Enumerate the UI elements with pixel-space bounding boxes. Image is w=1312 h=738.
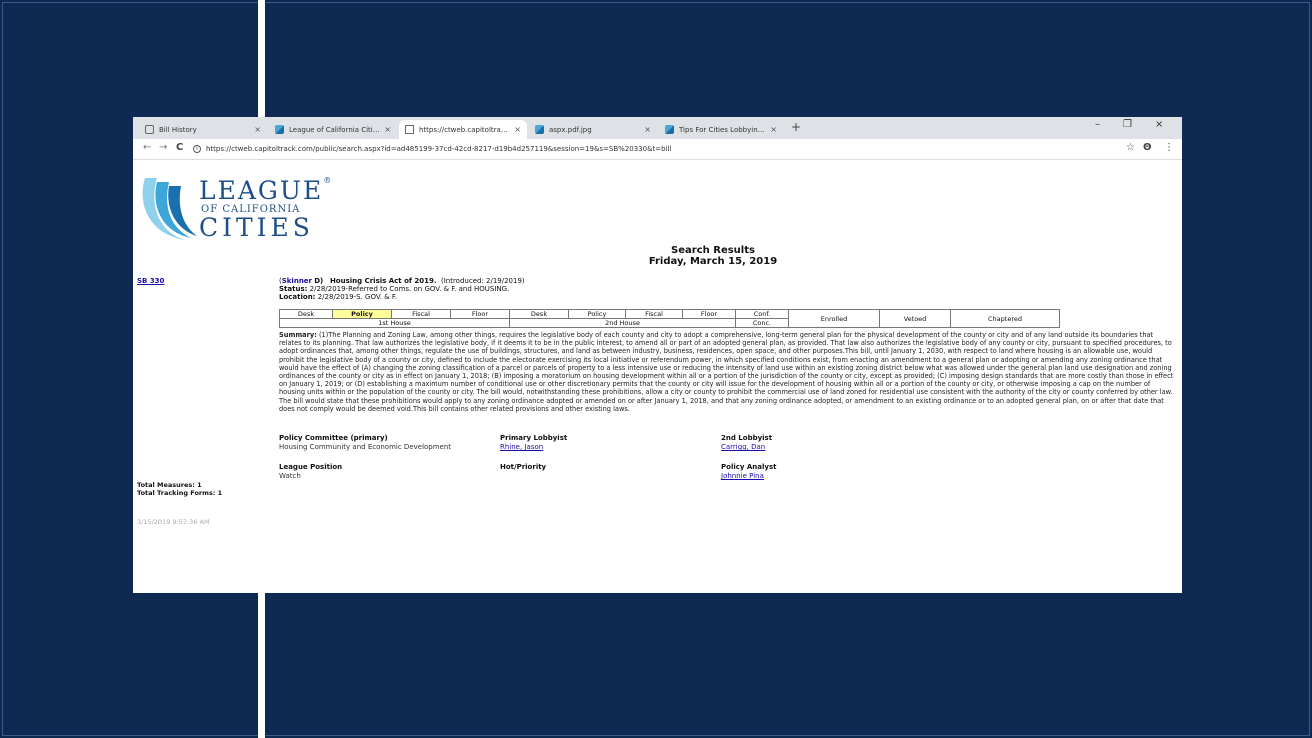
party: D) — [314, 277, 324, 285]
league-favicon-icon — [665, 125, 674, 134]
stage-conc: Conc. — [735, 318, 789, 328]
introduced-date: (Introduced: 2/19/2019) — [440, 277, 525, 285]
reload-button[interactable]: C — [176, 142, 183, 153]
bookmark-star-icon[interactable]: ☆ — [1126, 142, 1135, 153]
results-title: Search Results — [671, 245, 755, 256]
league-favicon-icon — [535, 125, 544, 134]
total-tracking-forms: Total Tracking Forms: 1 — [137, 488, 223, 497]
league-position-field: League Position Watch — [279, 463, 343, 480]
results-header: Search Results Friday, March 15, 2019 — [563, 245, 863, 267]
stage-chaptered: Chaptered — [950, 309, 1060, 328]
stage-conf: Conf. — [735, 309, 789, 319]
policy-committee-field: Policy Committee (primary) Housing Commu… — [279, 434, 452, 451]
league-favicon-icon — [275, 125, 284, 134]
bill-id-link[interactable]: SB 330 — [137, 277, 164, 285]
generated-timestamp: 3/15/2019 9:57:36 AM — [137, 518, 210, 526]
url-text: https://ctweb.capitoltrack.com/public/se… — [206, 145, 672, 153]
summary-label: Summary: — [279, 331, 317, 339]
close-tab-icon[interactable]: × — [384, 125, 391, 134]
stage-floor-2: Floor — [682, 309, 736, 319]
forward-button[interactable]: → — [159, 142, 167, 153]
profile-icon[interactable]: Θ — [1143, 142, 1152, 153]
tab-label: Bill History — [159, 125, 197, 134]
stage-desk-2: Desk — [509, 309, 569, 319]
back-button[interactable]: ← — [143, 142, 151, 153]
browser-window: Bill History × League of California Citi… — [133, 117, 1182, 593]
bill-stage-table: Desk Policy Fiscal Floor Desk Policy Fis… — [279, 309, 1060, 328]
primary-lobbyist-link[interactable]: Rhine, Jason — [500, 443, 543, 451]
hot-priority-field: Hot/Priority — [500, 463, 547, 471]
history-icon — [145, 125, 154, 134]
league-swoosh-icon — [142, 178, 197, 240]
stage-enrolled: Enrolled — [788, 309, 880, 328]
close-tab-icon[interactable]: × — [644, 125, 651, 134]
tab-league-bill[interactable]: League of California Cities - Bill S × — [269, 120, 397, 139]
url-field[interactable]: i https://ctweb.capitoltrack.com/public/… — [193, 142, 1103, 156]
location-line: Location: 2/28/2019-S. GOV. & F. — [279, 293, 397, 301]
tab-label: aspx.pdf.jpg — [549, 125, 592, 134]
bill-title-line: (Skinner D) Housing Crisis Act of 2019. … — [279, 277, 525, 285]
author-link[interactable]: Skinner — [282, 277, 312, 285]
policy-analyst-link[interactable]: Johnnie Pina — [721, 472, 764, 480]
close-tab-icon[interactable]: × — [254, 125, 261, 134]
tab-bill-history[interactable]: Bill History × — [139, 120, 267, 139]
page-content: LEAGUE® OF CALIFORNIA CITIES Search Resu… — [133, 160, 1182, 593]
bill-title: Housing Crisis Act of 2019. — [329, 277, 437, 285]
primary-lobbyist-field: Primary Lobbyist Rhine, Jason — [500, 434, 568, 451]
stage-fiscal-2: Fiscal — [625, 309, 683, 319]
tab-capitoltrack[interactable]: https://ctweb.capitoltrack.com/p × — [399, 120, 527, 139]
close-tab-icon[interactable]: × — [514, 125, 521, 134]
second-lobbyist-field: 2nd Lobbyist Carrigg, Dan — [721, 434, 773, 451]
totals: Total Measures: 1 Total Tracking Forms: … — [137, 481, 223, 497]
summary-text: (1)The Planning and Zoning Law, among ot… — [279, 331, 1174, 413]
info-icon[interactable]: i — [193, 145, 201, 153]
results-date: Friday, March 15, 2019 — [648, 256, 778, 267]
page-icon — [405, 125, 414, 134]
stage-desk-1: Desk — [279, 309, 333, 319]
tab-label: https://ctweb.capitoltrack.com/p — [419, 125, 510, 134]
tab-tips-lobbying[interactable]: Tips For Cities Lobbying the State × — [659, 120, 783, 139]
bill-summary: Summary: (1)The Planning and Zoning Law,… — [279, 331, 1177, 413]
stage-policy-1: Policy — [332, 309, 392, 319]
league-logo: LEAGUE® OF CALIFORNIA CITIES — [135, 174, 331, 244]
tab-aspx-pdf[interactable]: aspx.pdf.jpg × — [529, 120, 657, 139]
stage-policy-2: Policy — [568, 309, 626, 319]
tab-strip: Bill History × League of California Citi… — [133, 117, 1182, 139]
stage-vetoed: Vetoed — [879, 309, 951, 328]
stage-second-house: 2nd House — [509, 318, 736, 328]
logo-text-cities: CITIES — [199, 213, 314, 242]
close-tab-icon[interactable]: × — [770, 125, 777, 134]
menu-icon[interactable]: ⋮ — [1164, 142, 1174, 153]
bill-header: (Skinner D) Housing Crisis Act of 2019. … — [279, 277, 525, 301]
second-lobbyist-link[interactable]: Carrigg, Dan — [721, 443, 765, 451]
tab-label: Tips For Cities Lobbying the State — [679, 125, 766, 134]
tab-label: League of California Cities - Bill S — [289, 125, 381, 134]
stage-floor-1: Floor — [450, 309, 510, 319]
restore-button[interactable]: ❐ — [1123, 119, 1132, 130]
stage-first-house: 1st House — [279, 318, 510, 328]
status-line: Status: 2/28/2019-Referred to Coms. on G… — [279, 285, 510, 293]
address-bar: ← → C i https://ctweb.capitoltrack.com/p… — [133, 139, 1182, 160]
new-tab-button[interactable]: + — [791, 120, 801, 134]
minimize-button[interactable]: – — [1095, 119, 1100, 130]
stage-fiscal-1: Fiscal — [391, 309, 451, 319]
logo-text-league: LEAGUE® — [199, 176, 332, 205]
close-window-button[interactable]: × — [1155, 119, 1163, 130]
policy-analyst-field: Policy Analyst Johnnie Pina — [721, 463, 777, 480]
